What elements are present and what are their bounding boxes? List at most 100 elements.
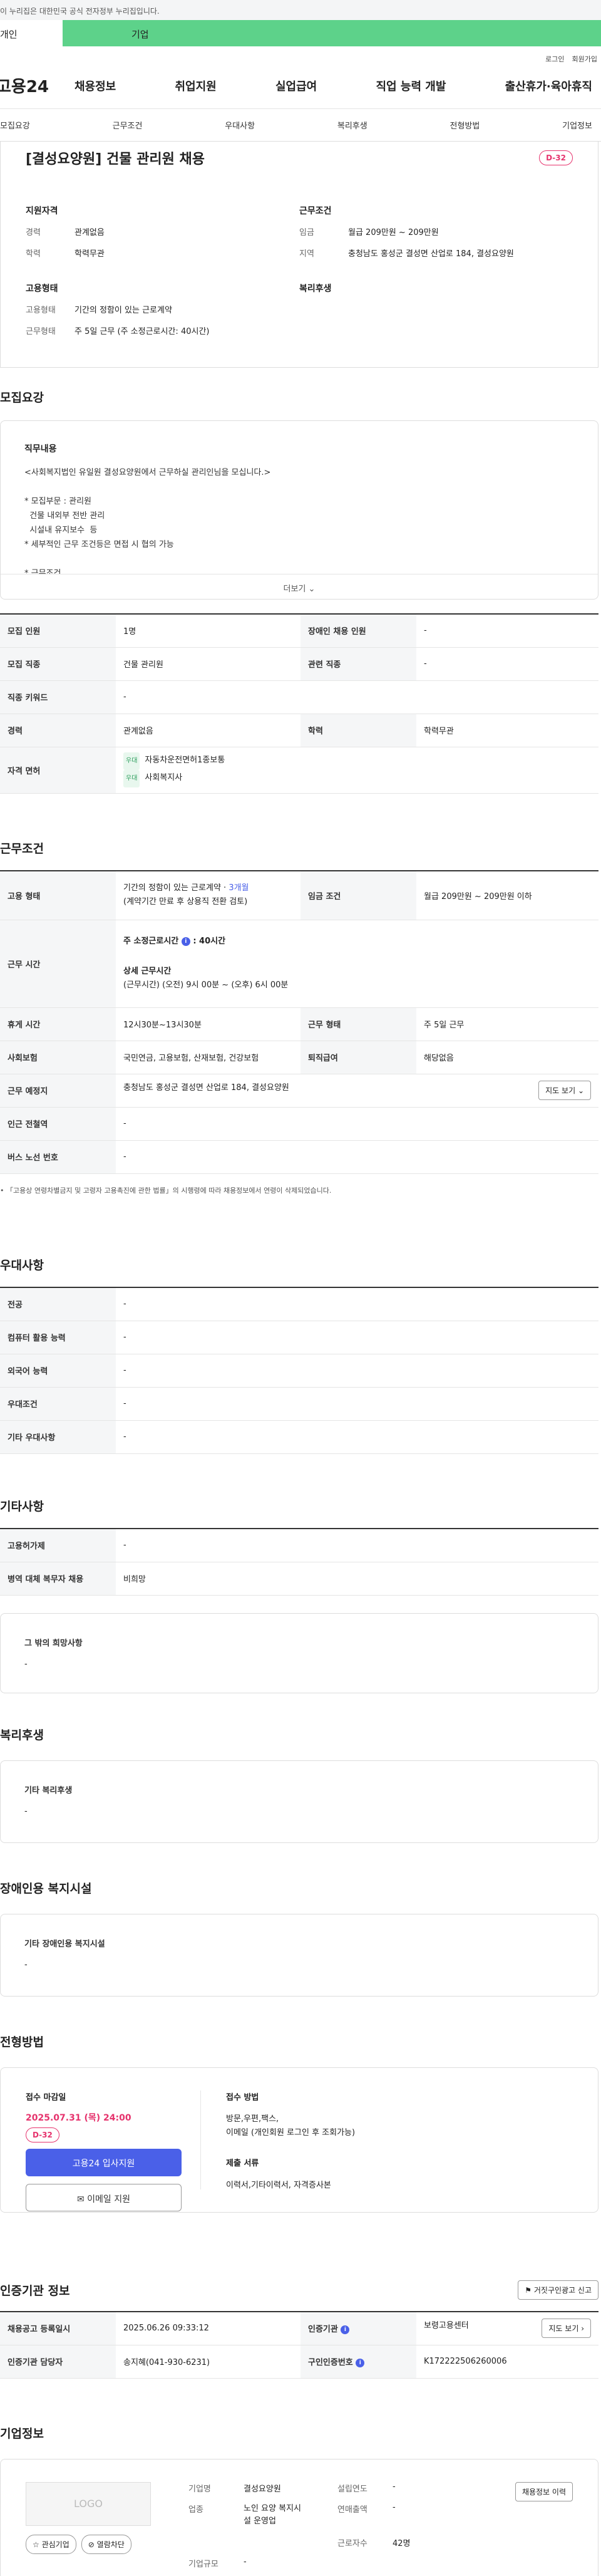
gnb-item-parental-leave[interactable]: 출산휴가·육아휴직 [505, 78, 592, 94]
table-row: 사회보험 국민연금, 고용보험, 산재보험, 건강보험 퇴직급여 해당없음 [0, 1041, 598, 1074]
info-icon[interactable]: i [181, 937, 190, 946]
map-button[interactable]: 지도 보기 ⌄ [538, 1081, 591, 1100]
more-button[interactable]: 더보기 ⌄ [1, 574, 598, 599]
job-desc-line: * 근무조건 [24, 569, 61, 574]
disability-card: 기타 장애인용 복지시설 - [0, 1914, 598, 1997]
table-row: 컴퓨터 활용 능력 - [0, 1321, 598, 1354]
info-icon[interactable]: i [341, 2325, 350, 2334]
util-links: 로그인 회원가입 [0, 46, 601, 63]
cert-section: 인증기관 정보 ⚑ 거짓구인광고 신고 채용공고 등록일시 2025.06.26 … [0, 2280, 601, 2379]
tab-personal[interactable]: 개인 [0, 20, 63, 46]
disability-title: 장애인용 복지시설 [0, 1882, 92, 1896]
disability-section: 장애인용 복지시설 기타 장애인용 복지시설 - [0, 1879, 601, 1997]
dday-badge: D-32 [26, 2127, 59, 2142]
table-row: 경력 관계없음 학력 학력무관 [0, 714, 598, 747]
tab-preference[interactable]: 우대사항 [225, 119, 255, 131]
pref-badge: 우대 [123, 752, 140, 770]
preference-title: 우대사항 [0, 1259, 44, 1272]
company-title: 기업정보 [0, 2427, 44, 2441]
table-row: 근무 예정지 충청남도 홍성군 결성면 산업로 184, 결성요양원 지도 보기 ⌄ [0, 1074, 598, 1108]
tab-welfare[interactable]: 복리후생 [337, 119, 367, 131]
apply-box: 접수 마감일 2025.07.31 (목) 24:00 D-32 고용24 입사… [0, 2067, 598, 2213]
signup-link[interactable]: 회원가입 [572, 55, 597, 63]
table-row: 전공 - [0, 1287, 598, 1321]
table-row: 병역 대체 복무자 채용 비희망 [0, 1562, 598, 1596]
welfare-section: 복리후생 기타 복리후생 - [0, 1726, 601, 1843]
dday-badge: D-32 [539, 150, 573, 165]
employment-block: 고용형태 고용형태 기간의 정함이 있는 근로계약 근무형태 주 5일 근무 (주 … [26, 284, 210, 336]
recruit-section: 모집요강 직무내용 <사회복지법인 유일원 결성요양원에서 근무하실 관리인님을… [0, 388, 601, 794]
job-desc-line [24, 552, 574, 566]
table-row: 외국어 능력 - [0, 1354, 598, 1388]
job-desc-line: 시설내 유지보수 등 [24, 526, 98, 535]
recruit-table: 모집 인원 1명 장애인 채용 인원 - 모집 직종 건물 관리원 관련 직종 - 직종 키… [0, 613, 598, 794]
global-nav: 고용24 채용정보 취업지원 실업급여 직업 능력 개발 출산휴가·육아휴직 [0, 63, 601, 109]
table-row: 모집 인원 1명 장애인 채용 인원 - [0, 613, 598, 648]
gnb-item-unemployment-benefit[interactable]: 실업급여 [275, 78, 317, 94]
conditions-table: 고용 형태 기간의 정함이 있는 근로계약 · 3개월 (계약기간 만료 후 상용… [0, 870, 598, 1174]
job-desc-line [24, 480, 574, 494]
job-summary-card: [결성요양원] 건물 관리원 채용 D-32 지원자격 경력 관계없음 학력 학력무… [0, 142, 598, 368]
table-row: 기타 우대사항 - [0, 1420, 598, 1454]
table-row: 직종 키워드 - [0, 680, 598, 714]
block-view-button[interactable]: ⊘ 열람차단 [81, 2535, 131, 2554]
job-desc-line: 건물 내외부 전반 관리 [24, 511, 105, 521]
table-row: 인증기관 담당자 송지혜(041-930-6231) 구인인증번호 i K172222… [0, 2345, 598, 2379]
pref-badge: 우대 [123, 770, 140, 787]
job-desc-line: * 세부적인 근무 조건등은 면접 시 협의 가능 [24, 540, 174, 549]
section-tabs: 모집요강 근무조건 우대사항 복리후생 전형방법 기업정보 [0, 109, 601, 142]
login-link[interactable]: 로그인 [545, 55, 564, 63]
welfare-title: 복리후생 [0, 1728, 44, 1742]
selection-section: 전형방법 접수 마감일 2025.07.31 (목) 24:00 D-32 고용… [0, 2033, 601, 2213]
job-desc-line: * 모집부문 : 관리원 [24, 497, 91, 506]
conditions-title: 근무조건 [0, 842, 44, 856]
table-row: 인근 전철역 - [0, 1107, 598, 1141]
table-row: 휴게 시간 12시30분~13시30분 근무 형태 주 5일 근무 [0, 1007, 598, 1041]
job-desc-line: <사회복지법인 유일원 결성요양원에서 근무하실 관리인님을 모십니다.> [24, 468, 271, 477]
gov-banner: 이 누리집은 대한민국 공식 전자정부 누리집입니다. [0, 0, 601, 20]
table-row: 우대조건 - [0, 1387, 598, 1421]
wish-card: 그 밖의 희망사항 - [0, 1613, 598, 1693]
selection-title: 전형방법 [0, 2035, 44, 2049]
job-description: 직무내용 <사회복지법인 유일원 결성요양원에서 근무하실 관리인님을 모십니다… [1, 421, 598, 574]
favorite-company-button[interactable]: ☆ 관심기업 [26, 2535, 76, 2554]
others-table: 고용허가제 - 병역 대체 복무자 채용 비희망 [0, 1528, 598, 1596]
table-row: 고용허가제 - [0, 1528, 598, 1562]
cert-map-button[interactable]: 지도 보기 › [542, 2319, 591, 2339]
star-icon: ☆ [33, 2540, 39, 2549]
flag-icon: ⚑ [525, 2286, 532, 2295]
tab-selection[interactable]: 전형방법 [450, 119, 480, 131]
apply-button[interactable]: 고용24 입사지원 [26, 2149, 182, 2176]
table-row: 모집 직종 건물 관리원 관련 직종 - [0, 647, 598, 681]
company-section: 기업정보 LOGO ☆ 관심기업 ⊘ 열람차단 기업명 결성요양원 설립연도 - 업종… [0, 2424, 601, 2576]
company-logo-placeholder: LOGO [26, 2482, 151, 2526]
welfare-card: 기타 복리후생 - [0, 1760, 598, 1843]
table-row: 고용 형태 기간의 정함이 있는 근로계약 · 3개월 (계약기간 만료 후 상용… [0, 870, 598, 920]
conditions-section: 근무조건 고용 형태 기간의 정함이 있는 근로계약 · 3개월 (계약기간 만료… [0, 839, 601, 1195]
others-section: 기타사항 고용허가제 - 병역 대체 복무자 채용 비희망 그 밖의 희망사항 - [0, 1497, 601, 1693]
block-icon: ⊘ [88, 2540, 95, 2549]
tab-business[interactable]: 기업 [63, 20, 601, 46]
table-row: 자격 면허 우대 자동차운전면허1종보통 우대 사회복지사 [0, 747, 598, 794]
job-title: [결성요양원] 건물 관리원 채용 [26, 152, 205, 167]
report-button[interactable]: ⚑ 거짓구인광고 신고 [518, 2280, 598, 2300]
email-apply-button[interactable]: ✉ 이메일 지원 [26, 2184, 182, 2211]
hiring-history-button[interactable]: 채용정보 이력 [515, 2482, 573, 2501]
others-title: 기타사항 [0, 1500, 44, 1514]
info-icon[interactable]: i [356, 2358, 365, 2367]
gnb-item-jobs[interactable]: 채용정보 [74, 78, 116, 94]
preference-section: 우대사항 전공 - 컴퓨터 활용 능력 - 외국어 능력 - 우대조건 - 기타 우대사… [0, 1256, 601, 1454]
company-box: LOGO ☆ 관심기업 ⊘ 열람차단 기업명 결성요양원 설립연도 - 업종 노인 요양… [0, 2459, 598, 2576]
tab-company[interactable]: 기업정보 [562, 119, 592, 131]
tab-conditions[interactable]: 근무조건 [113, 119, 143, 131]
tab-recruit[interactable]: 모집요강 [0, 119, 30, 131]
condition-block: 근무조건 임금 월급 209만원 ~ 209만원 지역 충청남도 홍성군 결성면 산… [299, 206, 514, 259]
table-row: 버스 노선 번호 - [0, 1140, 598, 1174]
table-row: 채용공고 등록일시 2025.06.26 09:33:12 인증기관 i 보령고용센터… [0, 2311, 598, 2345]
site-logo[interactable]: 고용24 [0, 74, 74, 97]
qualification-block: 지원자격 경력 관계없음 학력 학력무관 [26, 206, 105, 259]
cert-title: 인증기관 정보 [0, 2284, 70, 2298]
gnb-item-employment-support[interactable]: 취업지원 [175, 78, 217, 94]
deadline: 2025.07.31 (목) 24:00 [26, 2113, 131, 2123]
gnb-item-training[interactable]: 직업 능력 개발 [376, 78, 446, 94]
